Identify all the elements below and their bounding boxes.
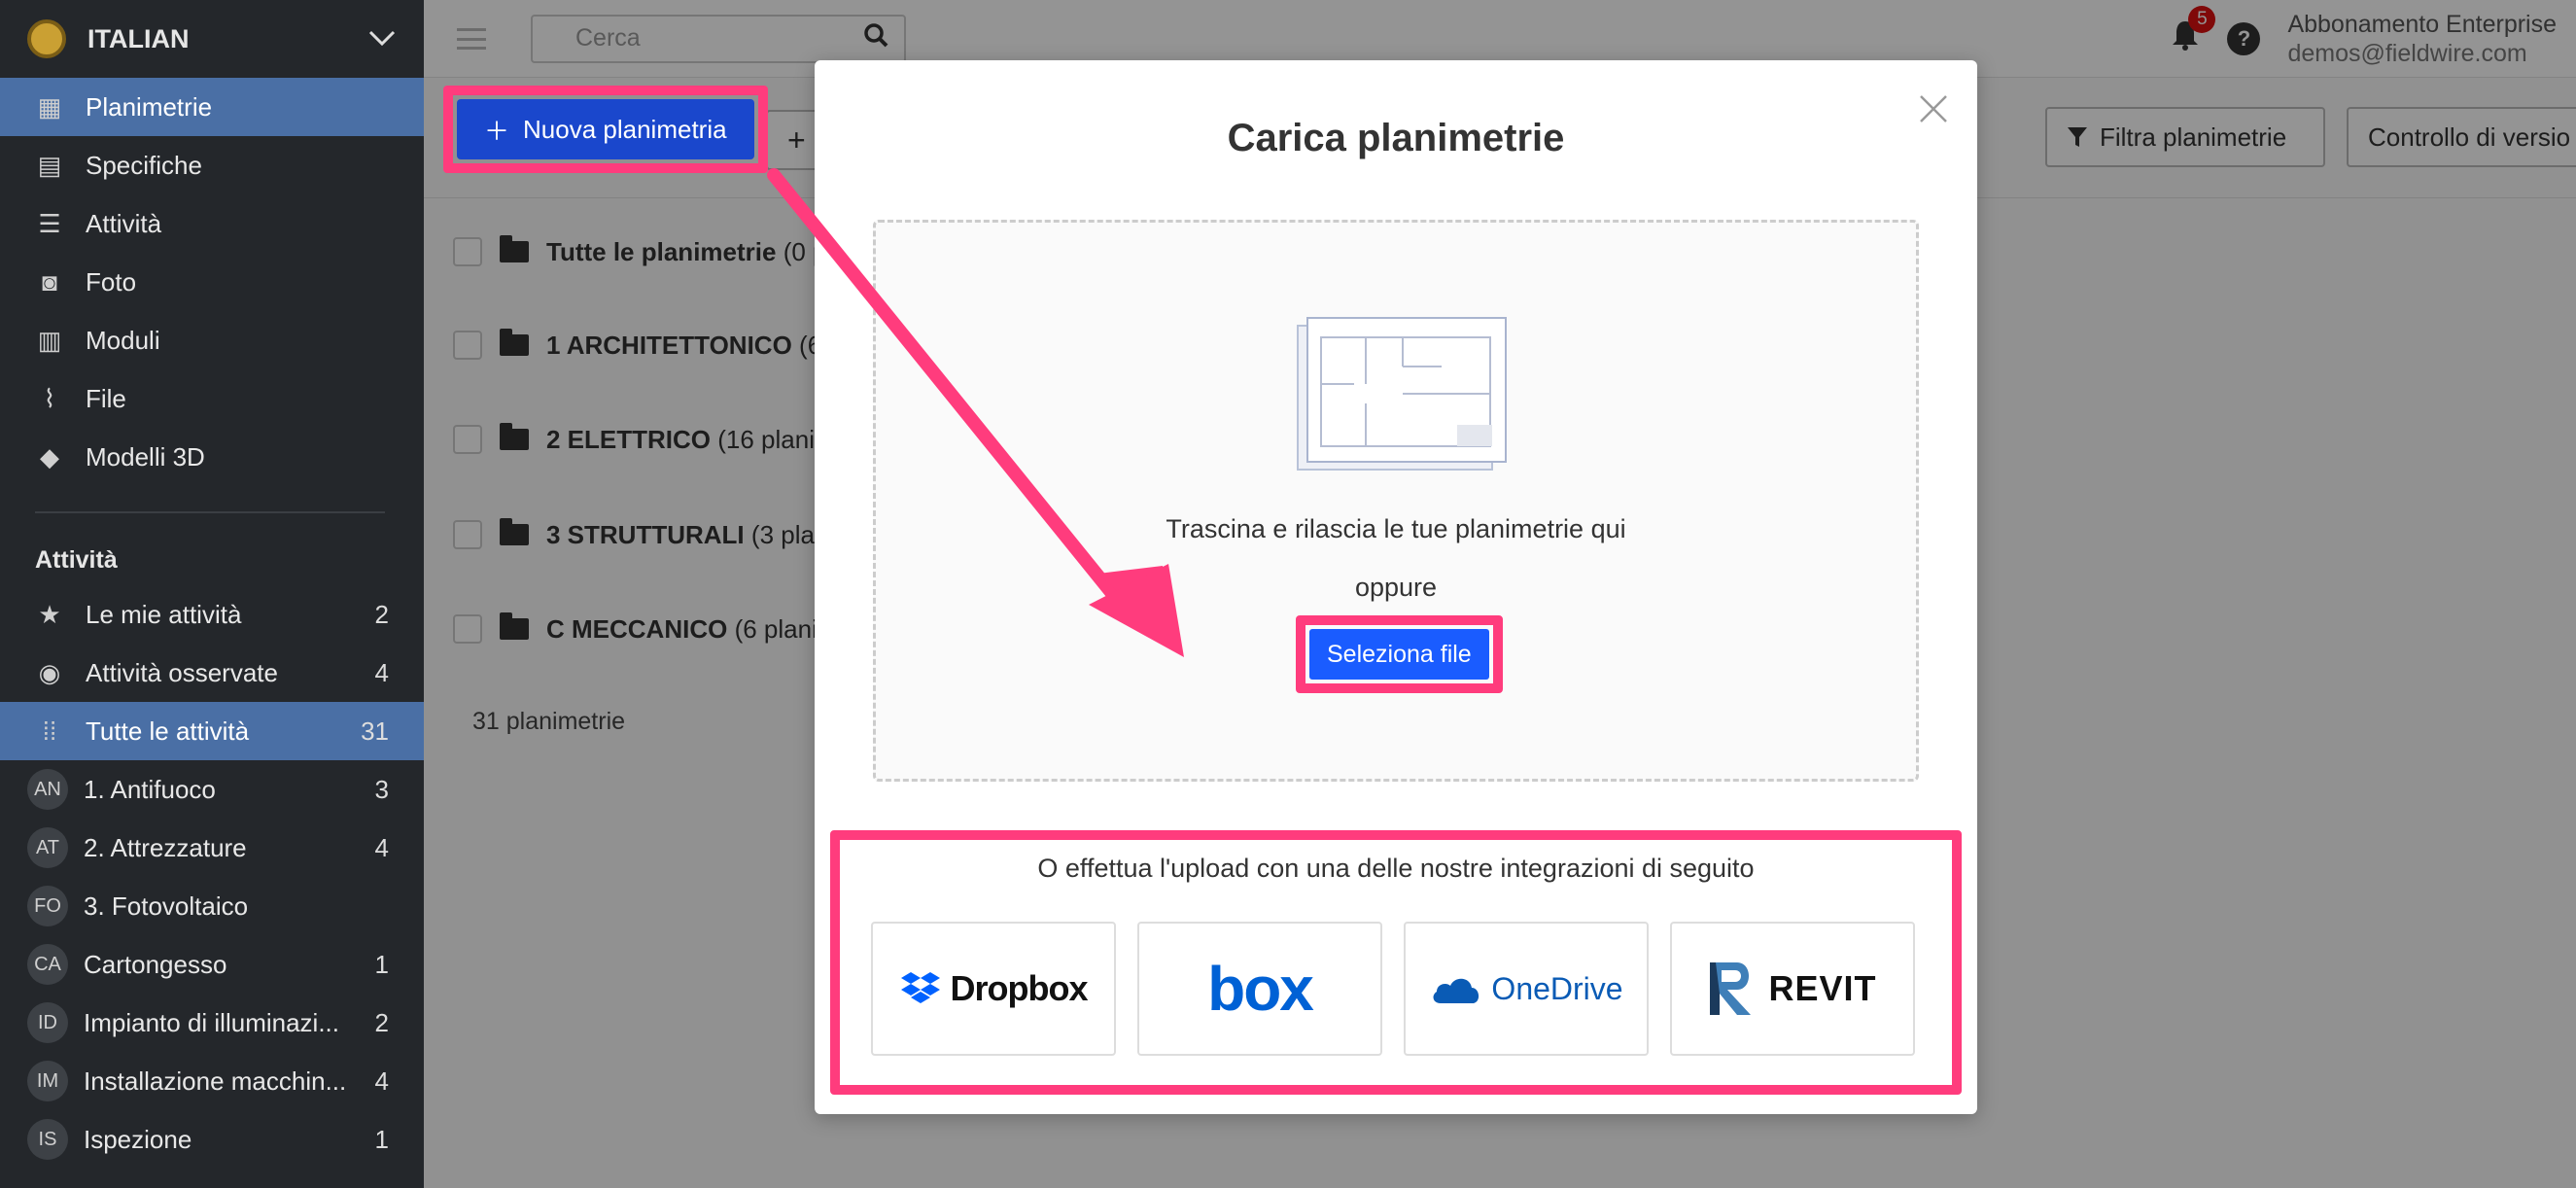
sidebar-item-count: 2 (374, 1007, 389, 1037)
box-integration-button[interactable]: box (1137, 922, 1382, 1056)
close-icon[interactable] (1919, 86, 1948, 134)
sidebar-item-label: Attività osservate (86, 657, 278, 687)
sidebar-item-label: Foto (86, 266, 137, 297)
sidebar-item-count: 4 (374, 832, 389, 862)
upload-plans-modal: Carica planimetrie Trascina e rilascia l… (815, 60, 1977, 1114)
sidebar-item-label: Ispezione (84, 1124, 192, 1154)
sidebar-category[interactable]: AN 1. Antifuoco 3 (0, 760, 424, 819)
category-avatar: IS (27, 1119, 68, 1160)
sidebar-item-count: 2 (374, 599, 389, 629)
project-selector[interactable]: ITALIAN (0, 0, 424, 78)
sidebar: ITALIAN ▦ Planimetrie ▤ Specifiche ☰ Att… (0, 0, 424, 1188)
sidebar-item-label: Moduli (86, 325, 160, 355)
dropbox-label: Dropbox (950, 968, 1089, 1008)
revit-label: REVIT (1768, 968, 1877, 1008)
sidebar-item-label: Impianto di illuminazi... (84, 1007, 339, 1037)
sidebar-item-label: Planimetrie (86, 91, 213, 122)
new-plan-button[interactable]: ＋ Nuova planimetria (457, 99, 754, 159)
star-icon: ★ (38, 599, 61, 629)
sidebar-item-count: 31 (361, 716, 389, 746)
sidebar-item-count: 3 (374, 774, 389, 804)
onedrive-cloud-icon (1433, 978, 1479, 1003)
sidebar-category[interactable]: AT 2. Attrezzature 4 (0, 819, 424, 877)
dropbox-icon (900, 972, 940, 1003)
eye-icon: ◉ (38, 657, 61, 687)
integrations-caption: O effettua l'upload con una delle nostre… (1037, 854, 1755, 883)
sidebar-item-all-tasks[interactable]: ⁞⁞ Tutte le attività 31 (0, 702, 424, 760)
sidebar-item-label: Le mie attività (86, 599, 242, 629)
highlight-select-file: Seleziona file (1296, 615, 1503, 693)
sidebar-item-label: Modelli 3D (86, 441, 205, 472)
sidebar-item-label: 1. Antifuoco (84, 774, 216, 804)
sidebar-item-label: Tutte le attività (86, 716, 250, 746)
or-separator: oppure (1354, 573, 1438, 602)
sidebar-item-label: Installazione macchin... (84, 1066, 347, 1096)
floor-plan-icon (1297, 317, 1507, 471)
grid-icon: ⁞⁞ (42, 716, 57, 746)
category-avatar: CA (27, 944, 68, 985)
plan-icon: ▦ (37, 91, 62, 122)
category-avatar: ID (27, 1002, 68, 1043)
sidebar-item-foto[interactable]: ◙ Foto (0, 253, 424, 311)
sidebar-item-count: 1 (374, 1124, 389, 1154)
category-avatar: IM (27, 1061, 68, 1101)
sidebar-item-label: Cartongesso (84, 949, 227, 979)
sidebar-item-specifiche[interactable]: ▤ Specifiche (0, 136, 424, 194)
list-icon: ☰ (38, 208, 61, 238)
select-file-button[interactable]: Seleziona file (1309, 629, 1489, 680)
file-dropzone[interactable]: Trascina e rilascia le tue planimetrie q… (873, 220, 1919, 782)
sidebar-item-label: 2. Attrezzature (84, 832, 247, 862)
project-name: ITALIAN (87, 23, 190, 53)
sidebar-item-moduli[interactable]: ▥ Moduli (0, 311, 424, 369)
sidebar-divider (35, 511, 385, 513)
sidebar-category[interactable]: IM Installazione macchin... 4 (0, 1052, 424, 1110)
dropbox-integration-button[interactable]: Dropbox (871, 922, 1116, 1056)
box-logo: box (1207, 954, 1314, 1024)
sidebar-item-file[interactable]: ⌇ File (0, 369, 424, 428)
sidebar-item-label: Specifiche (86, 150, 202, 180)
new-plan-label: Nuova planimetria (523, 114, 727, 144)
sidebar-item-label: File (86, 383, 126, 413)
plus-icon: ＋ (484, 116, 510, 146)
sidebar-item-attivita[interactable]: ☰ Attività (0, 194, 424, 253)
sidebar-item-count: 1 (374, 949, 389, 979)
onedrive-label: OneDrive (1491, 970, 1623, 1006)
sidebar-item-modelli-3d[interactable]: ◆ Modelli 3D (0, 428, 424, 486)
camera-icon: ◙ (42, 266, 57, 297)
category-avatar: AT (27, 827, 68, 868)
category-avatar: AN (27, 769, 68, 810)
sidebar-item-planimetrie[interactable]: ▦ Planimetrie (0, 78, 424, 136)
sidebar-category[interactable]: FO 3. Fotovoltaico (0, 877, 424, 935)
clipboard-icon: ▥ (37, 325, 62, 355)
sidebar-item-count: 4 (374, 657, 389, 687)
category-avatar: FO (27, 886, 68, 926)
highlight-new-plan: ＋ Nuova planimetria (443, 86, 768, 173)
sidebar-item-count: 4 (374, 1066, 389, 1096)
book-icon: ▤ (37, 150, 62, 180)
onedrive-integration-button[interactable]: OneDrive (1404, 922, 1649, 1056)
drop-instructions: Trascina e rilascia le tue planimetrie q… (1166, 514, 1626, 543)
project-logo-icon (27, 19, 66, 58)
sidebar-category[interactable]: ID Impianto di illuminazi... 2 (0, 994, 424, 1052)
sidebar-category[interactable]: CA Cartongesso 1 (0, 935, 424, 994)
sidebar-item-label: Attività (86, 208, 162, 238)
sidebar-item-my-tasks[interactable]: ★ Le mie attività 2 (0, 585, 424, 644)
revit-logo-icon (1710, 962, 1752, 1015)
cube-icon: ◆ (40, 441, 59, 472)
sidebar-category[interactable]: IS Ispezione 1 (0, 1110, 424, 1169)
modal-title: Carica planimetrie (1227, 117, 1565, 159)
integrations-section: O effettua l'upload con una delle nostre… (830, 830, 1962, 1095)
chevron-down-icon[interactable] (367, 22, 397, 55)
paperclip-icon: ⌇ (43, 383, 56, 413)
integrations-list: Dropbox box OneDrive REVIT (871, 922, 1915, 1056)
sidebar-item-label: 3. Fotovoltaico (84, 891, 249, 921)
revit-integration-button[interactable]: REVIT (1670, 922, 1915, 1056)
sidebar-section-title: Attività (35, 545, 118, 574)
sidebar-item-watched-tasks[interactable]: ◉ Attività osservate 4 (0, 644, 424, 702)
